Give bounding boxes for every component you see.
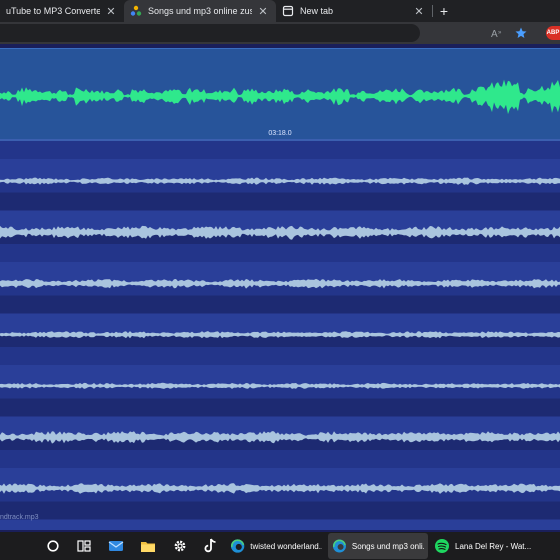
star-icon[interactable]	[513, 25, 529, 41]
taskbar-app-spotify[interactable]: Lana Del Rey - Wat...	[430, 533, 540, 559]
track-row-band	[0, 519, 560, 542]
windows-taskbar: twisted wonderland... Songs und mp3 onli…	[0, 532, 560, 560]
tab-youtube-converter[interactable]: uTube to MP3 Converter ✕	[0, 0, 124, 22]
edge-icon	[332, 539, 346, 553]
tiktok-icon[interactable]	[196, 532, 226, 560]
svg-text:»: »	[498, 30, 502, 36]
task-view-icon[interactable]	[68, 532, 100, 560]
close-icon[interactable]: ✕	[412, 4, 426, 18]
taskbar-app-label: Lana Del Rey - Wat...	[455, 541, 532, 551]
tab-new-tab[interactable]: New tab ✕	[276, 0, 432, 22]
overview-waveform[interactable]	[0, 141, 560, 553]
read-aloud-icon[interactable]: A»	[490, 25, 506, 41]
tab-label: New tab	[300, 6, 334, 16]
playhead-time: 03:18.0	[268, 130, 292, 137]
browser-tab-strip: uTube to MP3 Converter ✕ Songs und mp3 o…	[0, 0, 560, 22]
new-tab-button[interactable]: +	[433, 0, 455, 22]
file-explorer-icon[interactable]	[132, 532, 164, 560]
spotify-icon	[435, 539, 449, 553]
tab-songs-mp3[interactable]: Songs und mp3 online zusamme ✕	[124, 0, 276, 22]
tab-label: Songs und mp3 online zusamme	[148, 6, 252, 16]
taskbar-spacer	[0, 532, 38, 560]
waveform-shape	[0, 79, 560, 115]
track-filename: ndtrack.mp3	[0, 514, 39, 521]
tab-label: uTube to MP3 Converter	[6, 6, 100, 16]
page-icon	[282, 5, 294, 17]
browser-toolbar: A» ABP	[0, 22, 560, 44]
track-row-band	[0, 313, 560, 336]
taskbar-app-label: Songs und mp3 onli...	[351, 541, 424, 551]
audio-app-icon	[130, 5, 142, 16]
mail-icon[interactable]	[100, 532, 132, 560]
close-icon[interactable]: ✕	[256, 4, 270, 18]
main-waveform-panel[interactable]	[0, 48, 560, 140]
edge-icon	[230, 539, 245, 553]
track-row-band	[0, 159, 560, 181]
adblock-extension-icon[interactable]: ABP	[546, 26, 560, 40]
settings-icon[interactable]	[164, 532, 196, 560]
svg-text:A: A	[491, 29, 498, 39]
taskbar-app-twisted-wonderland[interactable]: twisted wonderland...	[226, 533, 326, 559]
address-bar[interactable]	[0, 24, 420, 42]
close-icon[interactable]: ✕	[104, 4, 118, 18]
taskbar-app-label: twisted wonderland...	[250, 541, 322, 551]
search-icon[interactable]	[38, 532, 68, 560]
track-overview[interactable]	[0, 141, 560, 553]
main-waveform[interactable]	[0, 49, 560, 139]
taskbar-app-songs-mp3[interactable]: Songs und mp3 onli...	[328, 533, 428, 559]
